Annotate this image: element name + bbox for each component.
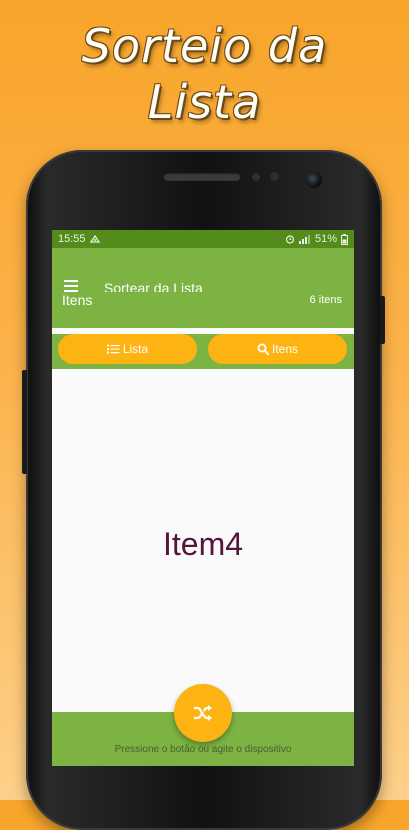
shake-hint-text: Pressione o botão ou agite o dispositivo [114,744,292,755]
section-header: Itens 6 itens [52,292,354,328]
phone-screen: 15:55 51% Sortear da Lista Itens 6 itens… [52,230,354,766]
notification-icon [89,234,100,243]
shuffle-icon [194,705,212,721]
battery-icon [341,233,348,245]
search-icon [257,343,269,355]
lista-button[interactable]: Lista [58,334,197,364]
earpiece-speaker [163,172,241,181]
item-count-badge: 6 itens [309,294,342,306]
menu-icon-line [64,285,78,287]
menu-icon-line [64,280,78,282]
status-bar: 15:55 51% [52,230,354,248]
proximity-sensor [252,173,260,181]
battery-level: 51% [314,233,337,245]
promo-title-line-2: Lista [147,75,262,129]
signal-icon [298,235,310,244]
light-sensor [270,172,279,181]
list-icon [106,344,120,354]
itens-button-label: Itens [271,342,298,356]
status-time: 15:55 [58,233,86,245]
itens-button[interactable]: Itens [208,334,347,364]
section-title: Itens [62,292,93,308]
lista-button-label: Lista [122,342,149,356]
menu-button[interactable] [64,280,78,292]
promo-title-line-1: Sorteio da [81,19,328,73]
volume-button [22,370,27,474]
front-camera [306,172,322,188]
button-row: Lista Itens [52,334,354,368]
drawn-item-text: Item4 [162,526,244,562]
alarm-icon [285,235,295,244]
shuffle-button[interactable] [174,684,232,742]
power-button [380,296,385,344]
